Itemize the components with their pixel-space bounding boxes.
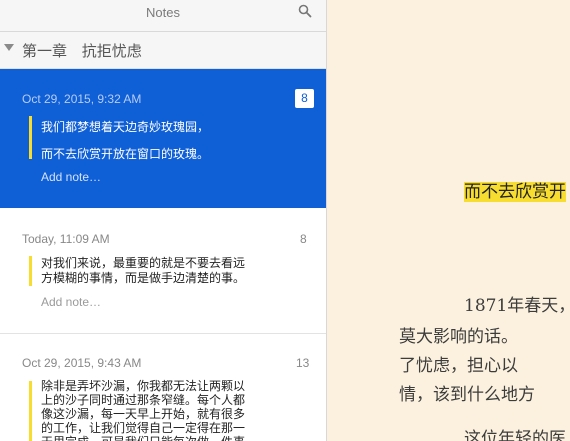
- chapter-header[interactable]: 第一章 抗拒忧虑: [0, 32, 326, 69]
- note-item[interactable]: Oct 29, 2015, 9:43 AM 13 除非是弄坏沙漏，你我都无法让两…: [0, 334, 326, 441]
- note-highlight-text: 我们都梦想着天边奇妙玫瑰园， 而不去欣赏开放在窗口的玫瑰。: [41, 120, 210, 161]
- disclosure-triangle-icon[interactable]: [4, 44, 14, 51]
- book-line: 了忧虑，担心以: [399, 356, 518, 376]
- chapter-title: 第一章 抗拒忧虑: [22, 42, 142, 60]
- note-date: Oct 29, 2015, 9:32 AM: [22, 92, 142, 106]
- add-note-button[interactable]: Add note…: [41, 170, 101, 184]
- note-date: Today, 11:09 AM: [22, 232, 110, 246]
- book-line: 莫大影响的话。: [399, 327, 518, 347]
- note-item[interactable]: Today, 11:09 AM 8 对我们来说，最重要的就是不要去看远 方模糊的…: [0, 208, 326, 334]
- book-page: 而不去欣赏开 1871年春天， 莫大影响的话。 了忧虑，担心以 情，该到什么地方…: [327, 0, 570, 441]
- notes-sidebar: Notes 第一章 抗拒忧虑 Oct 29, 2015, 9:32 AM 8 我…: [0, 0, 327, 441]
- notes-header: Notes: [0, 0, 326, 32]
- note-page-number: 13: [296, 356, 310, 370]
- note-highlight-text: 除非是弄坏沙漏，你我都无法让两颗以 上的沙子同时通过那条窄缝。每个人都 像这沙漏…: [41, 379, 246, 441]
- note-page-number: 8: [300, 232, 307, 246]
- book-line: 情，该到什么地方: [399, 385, 535, 405]
- book-highlight[interactable]: 而不去欣赏开: [464, 182, 566, 202]
- book-line: 1871年春天，: [464, 296, 570, 316]
- highlight-bar: [29, 116, 32, 159]
- highlight-bar: [29, 256, 32, 286]
- note-item-selected[interactable]: Oct 29, 2015, 9:32 AM 8 我们都梦想着天边奇妙玫瑰园， 而…: [0, 69, 326, 208]
- note-date: Oct 29, 2015, 9:43 AM: [22, 356, 142, 370]
- note-highlight-text: 对我们来说，最重要的就是不要去看远 方模糊的事情，而是做手边清楚的事。: [41, 256, 246, 285]
- add-note-button[interactable]: Add note…: [41, 295, 101, 309]
- note-page-badge: 8: [295, 89, 314, 108]
- notes-title: Notes: [146, 5, 180, 20]
- book-line: 这位年轻的医: [464, 429, 566, 441]
- book-highlight-line[interactable]: 而不去欣赏开: [464, 177, 566, 202]
- highlight-bar: [29, 381, 32, 441]
- search-icon[interactable]: [298, 4, 312, 18]
